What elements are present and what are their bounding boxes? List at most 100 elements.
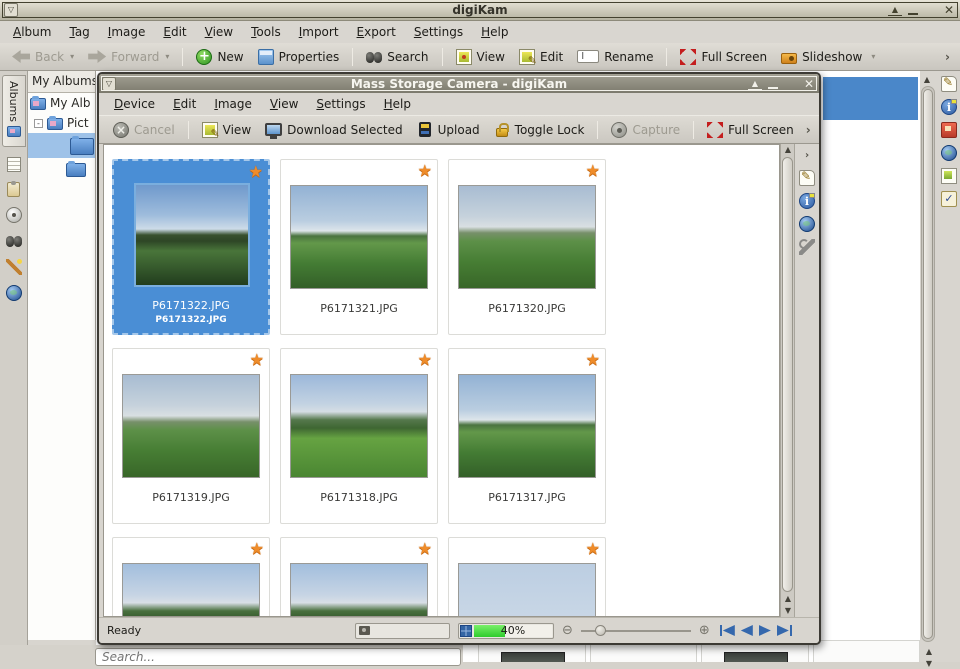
upload-button[interactable]: Upload <box>411 120 486 139</box>
collapse-expander-icon[interactable]: - <box>34 119 43 128</box>
view-button[interactable]: View <box>196 120 257 140</box>
forward-dropdown-icon[interactable]: ▾ <box>165 52 169 61</box>
menu-view[interactable]: View <box>196 23 242 41</box>
first-item-button[interactable] <box>720 625 735 636</box>
main-vertical-scrollbar[interactable]: ▲ <box>920 74 936 644</box>
side-overflow-icon[interactable]: › <box>805 150 809 161</box>
colors-tab-icon[interactable] <box>941 122 957 138</box>
next-item-button[interactable] <box>759 625 771 636</box>
menu-settings[interactable]: Settings <box>307 95 374 113</box>
capture-button[interactable]: Capture <box>605 120 686 140</box>
thumbnail-card[interactable]: ★ P6171321.JPG <box>280 159 438 335</box>
thumbnail-card[interactable]: ★ P6171318.JPG <box>280 348 438 524</box>
globe-sidebar-icon[interactable] <box>6 285 22 301</box>
menu-settings[interactable]: Settings <box>405 23 472 41</box>
properties-tab-icon[interactable] <box>941 76 957 92</box>
thumbnail-image <box>122 374 260 478</box>
tree-item-pictures[interactable]: - Pict <box>28 113 95 133</box>
properties-tab-icon[interactable] <box>799 170 815 186</box>
new-icon <box>196 49 212 65</box>
menu-image[interactable]: Image <box>205 95 261 113</box>
tree-item-selected-album[interactable] <box>28 133 95 158</box>
thumbnail-card[interactable]: ★ P6171320.JPG <box>448 159 606 335</box>
comments-tab-icon[interactable] <box>941 168 957 184</box>
view-button[interactable]: View <box>450 47 511 67</box>
main-titlebar: ▽ digiKam ▲ ✕ <box>0 0 960 21</box>
slideshow-button[interactable]: Slideshow <box>775 48 868 66</box>
search-input[interactable] <box>95 648 461 666</box>
search-sidebar-icon[interactable] <box>6 233 22 249</box>
toolbar-overflow-icon[interactable]: › <box>941 50 954 64</box>
menu-device[interactable]: Device <box>105 95 164 113</box>
previous-item-button[interactable] <box>741 625 753 636</box>
rename-button[interactable]: Rename <box>571 48 659 66</box>
thumbnail-card[interactable]: ★ P6171316.JPG <box>112 537 270 617</box>
menu-export[interactable]: Export <box>348 23 405 41</box>
edit-button[interactable]: Edit <box>513 47 569 67</box>
menu-edit[interactable]: Edit <box>164 95 205 113</box>
main-scrollbar-buttons[interactable]: ▲ ▼ <box>922 646 936 669</box>
zoom-in-icon[interactable]: ⊕ <box>699 623 710 638</box>
star-badge-icon: ★ <box>586 350 600 369</box>
menu-help[interactable]: Help <box>375 95 420 113</box>
tree-item-my-albums[interactable]: My Alb <box>28 93 95 113</box>
cancel-icon <box>113 122 129 138</box>
magic-wand-icon[interactable] <box>6 259 22 275</box>
toolbar-overflow-icon[interactable]: › <box>802 123 815 137</box>
scroll-down-icon[interactable]: ▼ <box>781 605 795 617</box>
tree-item-album[interactable] <box>28 158 95 180</box>
fullscreen-button[interactable]: Full Screen <box>674 47 773 67</box>
thumbnail-card[interactable]: ★ P6171317.JPG <box>448 348 606 524</box>
forward-button[interactable]: Forward▾ <box>82 48 175 66</box>
new-album-button[interactable]: New <box>190 47 249 67</box>
menu-image[interactable]: Image <box>99 23 155 41</box>
scroll-up-icon[interactable]: ▲ <box>781 593 795 605</box>
albums-panel-title: My Albums <box>28 71 95 93</box>
scroll-up-icon[interactable]: ▲ <box>920 74 934 86</box>
back-button[interactable]: Back▾ <box>6 48 80 66</box>
properties-button[interactable]: Properties <box>252 47 346 67</box>
last-item-button[interactable] <box>777 625 792 636</box>
menu-view[interactable]: View <box>261 95 307 113</box>
dialog-vertical-scrollbar[interactable]: ▲ ▲ ▼ <box>780 144 795 617</box>
star-badge-icon: ★ <box>250 350 264 369</box>
wrench-icon[interactable] <box>799 239 815 255</box>
cancel-button[interactable]: Cancel <box>107 120 181 140</box>
menu-import[interactable]: Import <box>290 23 348 41</box>
scrollbar-thumb[interactable] <box>923 89 933 639</box>
menu-edit[interactable]: Edit <box>154 23 195 41</box>
scroll-down-icon[interactable]: ▼ <box>922 658 936 669</box>
back-dropdown-icon[interactable]: ▾ <box>70 52 74 61</box>
calendar-icon[interactable] <box>7 157 21 172</box>
toggle-lock-button[interactable]: Toggle Lock <box>488 120 591 139</box>
menu-album[interactable]: Album <box>4 23 60 41</box>
fullscreen-button[interactable]: Full Screen <box>701 120 800 140</box>
sidebar-tab-albums[interactable]: Albums <box>2 75 26 147</box>
scroll-up-icon[interactable]: ▲ <box>781 144 795 156</box>
metadata-tab-icon[interactable] <box>941 99 957 115</box>
clipboard-icon[interactable] <box>7 182 20 197</box>
geolocation-tab-icon[interactable] <box>799 216 815 232</box>
menu-tag[interactable]: Tag <box>60 23 98 41</box>
filters-tab-icon[interactable] <box>941 191 957 207</box>
thumbnail-card[interactable]: ★ P6171322.JPG P6171322.JPG <box>112 159 270 335</box>
zoom-slider[interactable] <box>581 624 691 638</box>
download-selected-button[interactable]: Download Selected <box>259 121 408 139</box>
slider-knob[interactable] <box>595 625 606 636</box>
metadata-tab-icon[interactable] <box>799 193 815 209</box>
maximize-window-icon[interactable] <box>924 3 938 17</box>
maximize-window-icon[interactable] <box>784 77 798 91</box>
scrollbar-thumb[interactable] <box>782 157 793 592</box>
geolocation-tab-icon[interactable] <box>941 145 957 161</box>
main-toolbar: Back▾ Forward▾ New Properties Search Vie… <box>0 43 960 71</box>
menu-help[interactable]: Help <box>472 23 517 41</box>
slideshow-dropdown-icon[interactable]: ▾ <box>871 52 875 61</box>
scroll-up-icon[interactable]: ▲ <box>922 646 936 658</box>
zoom-out-icon[interactable]: ⊖ <box>562 623 573 638</box>
thumbnail-card[interactable]: ★ <box>448 537 606 617</box>
search-button[interactable]: Search <box>360 47 434 67</box>
thumbnail-card[interactable]: ★ P6171315.JPG <box>280 537 438 617</box>
disc-icon[interactable] <box>6 207 22 223</box>
thumbnail-card[interactable]: ★ P6171319.JPG <box>112 348 270 524</box>
menu-tools[interactable]: Tools <box>242 23 290 41</box>
